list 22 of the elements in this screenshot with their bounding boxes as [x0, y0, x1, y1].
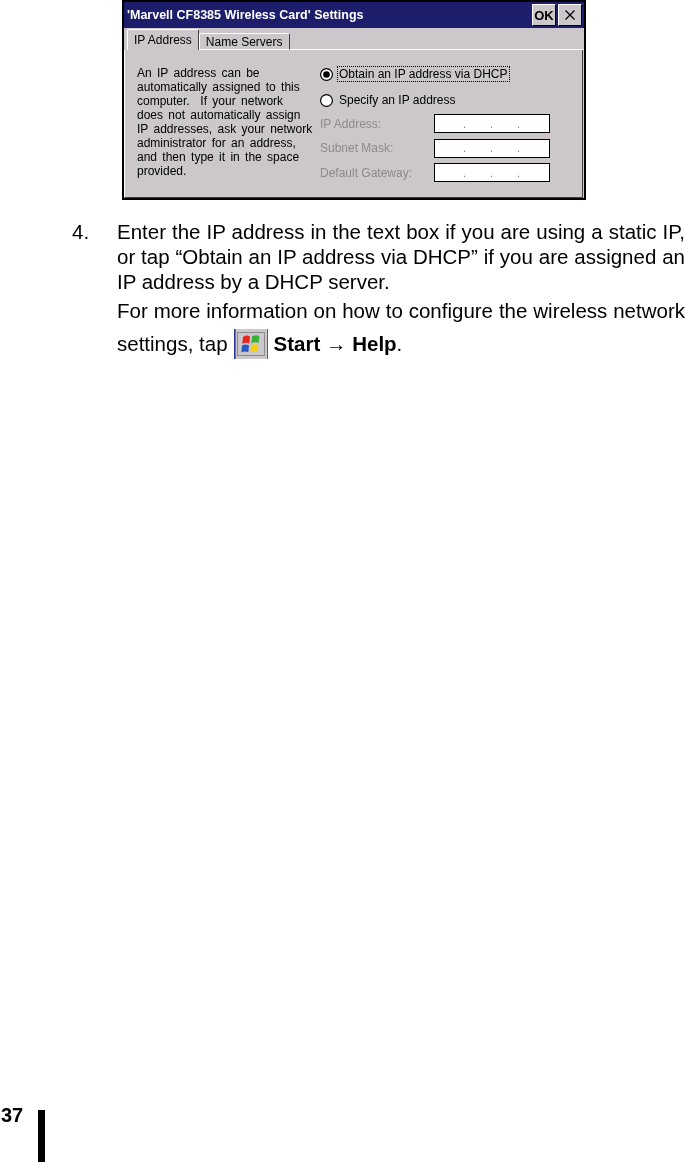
step-text: Enter the IP address in the text box if you are using a static IP, or tap “Obtain an IP address via DHCP” if you are assigned an IP address by a DHCP server. [117, 220, 685, 295]
radio-button[interactable] [320, 93, 333, 107]
margin-bar [38, 1110, 45, 1162]
radio-label[interactable]: Specify an IP address [338, 93, 457, 107]
radio-label[interactable]: Obtain an IP address via DHCP [338, 67, 509, 81]
tab[interactable]: IP Address [127, 29, 199, 50]
close-button[interactable] [558, 4, 582, 26]
step-number: 4. [72, 220, 91, 245]
note-text: settings, tap [117, 331, 228, 358]
field-label: IP Address: [320, 116, 383, 131]
description-text: An IP address can be automatically assigned to this computer. If your network does not automatically assign IP addresses, ask your network administrator for an address, and then type it in the space provided. [137, 66, 314, 178]
close-icon [565, 10, 575, 20]
tab[interactable]: Name Servers [198, 33, 290, 50]
field-label: Subnet Mask: [320, 141, 395, 155]
page-number: 37 [1, 1105, 25, 1125]
window-title: 'Marvell CF8385 Wireless Card' Settings [127, 8, 365, 22]
field-label: Default Gateway: [320, 165, 414, 180]
radio-button[interactable] [320, 67, 333, 81]
note-text: For more information on how to configure the wireless network [117, 298, 685, 325]
ok-button[interactable]: OK [532, 4, 556, 26]
menu-path-text: Start → Help. [273, 331, 403, 358]
flag-icon [233, 328, 268, 359]
